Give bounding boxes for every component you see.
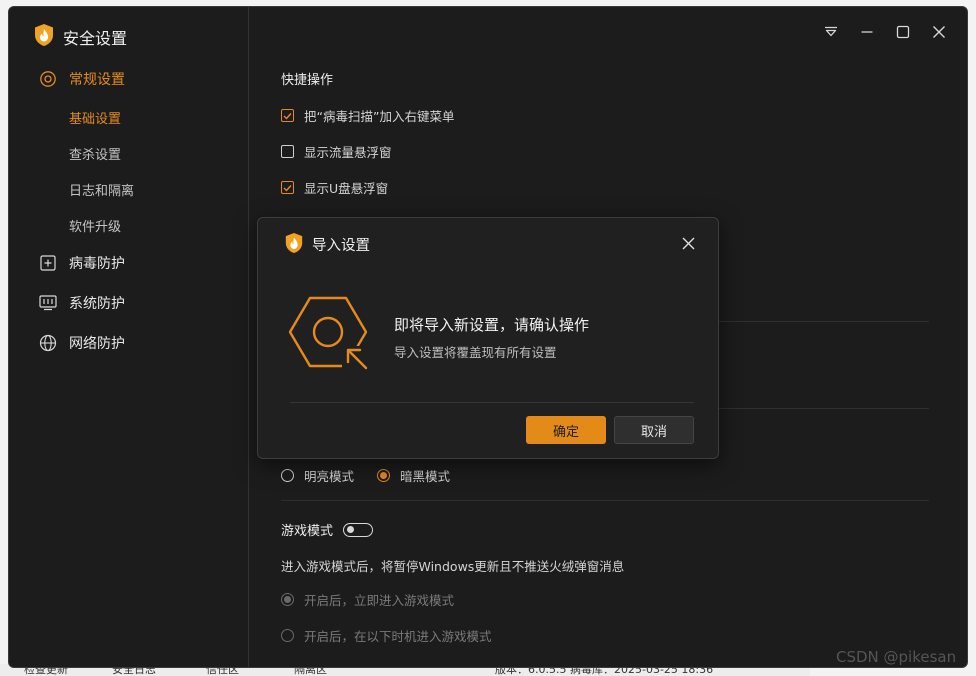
radio-unselected-disabled[interactable] xyxy=(281,629,294,642)
sidebar-subitem-log-quarantine[interactable]: 日志和隔离 xyxy=(69,180,134,199)
flame-shield-logo-icon xyxy=(284,232,304,257)
dropdown-menu-icon xyxy=(824,26,838,41)
import-settings-dialog: 导入设置 即将导入新设置，请确认操作 导入设置将覆盖现有所有设置 确定 取消 xyxy=(257,217,719,459)
option-label: 显示流量悬浮窗 xyxy=(304,145,392,160)
minimize-icon xyxy=(860,25,874,42)
minimize-button[interactable] xyxy=(855,21,879,45)
app-title: 安全设置 xyxy=(63,28,128,48)
sidebar-item-label: 系统防护 xyxy=(69,296,125,312)
globe-icon xyxy=(39,334,57,352)
game-mode-description: 进入游戏模式后，将暂停Windows更新且不推送火绒弹窗消息 xyxy=(281,559,625,574)
option-label: 明亮模式 xyxy=(304,469,355,484)
option-light-mode[interactable]: 明亮模式 xyxy=(281,466,354,485)
radio-selected-disabled[interactable] xyxy=(281,593,294,606)
divider xyxy=(281,500,929,501)
sidebar-item-virus-protection[interactable]: 病毒防护 xyxy=(39,253,125,273)
checkbox-checked[interactable] xyxy=(281,181,294,194)
sidebar-item-system-protection[interactable]: 系统防护 xyxy=(39,293,125,313)
dialog-close-button[interactable] xyxy=(678,233,698,253)
option-label: 显示U盘悬浮窗 xyxy=(304,181,389,196)
monitor-icon xyxy=(39,294,57,312)
cancel-button[interactable]: 取消 xyxy=(614,416,694,444)
radio-selected[interactable] xyxy=(377,469,390,482)
option-dark-mode[interactable]: 暗黑模式 xyxy=(377,466,450,485)
option-label: 把“病毒扫描”加入右键菜单 xyxy=(304,109,455,124)
maximize-icon xyxy=(896,25,910,42)
checkbox-unchecked[interactable] xyxy=(281,145,294,158)
dialog-title: 导入设置 xyxy=(312,238,370,254)
plus-square-icon xyxy=(39,254,57,272)
section-title-game-mode: 游戏模式 xyxy=(281,524,334,539)
flame-shield-logo-icon xyxy=(33,23,55,50)
option-game-mode-immediate[interactable]: 开启后，立即进入游戏模式 xyxy=(281,590,454,609)
menu-dropdown-button[interactable] xyxy=(819,21,843,45)
dialog-message: 导入设置将覆盖现有所有设置 xyxy=(394,345,557,360)
sidebar-item-label: 网络防护 xyxy=(69,336,125,352)
sidebar: 安全设置 常规设置 基础设置 查杀设置 日志和隔离 软件升级 病毒防护 系统防护 xyxy=(9,7,249,667)
close-window-button[interactable] xyxy=(927,21,951,45)
confirm-button[interactable]: 确定 xyxy=(526,416,606,444)
maximize-button[interactable] xyxy=(891,21,915,45)
checkbox-checked[interactable] xyxy=(281,109,294,122)
section-title-quick-ops: 快捷操作 xyxy=(281,73,334,88)
close-icon xyxy=(932,25,946,42)
sidebar-subitem-upgrade[interactable]: 软件升级 xyxy=(69,216,121,235)
sidebar-item-general[interactable]: 常规设置 xyxy=(39,69,125,89)
import-settings-icon xyxy=(288,294,372,377)
game-mode-toggle[interactable] xyxy=(343,522,374,537)
sidebar-subitem-basic[interactable]: 基础设置 xyxy=(69,108,121,127)
option-label: 暗黑模式 xyxy=(400,469,451,484)
option-traffic-float[interactable]: 显示流量悬浮窗 xyxy=(281,142,392,161)
game-mode-row: 游戏模式 xyxy=(281,520,374,539)
sidebar-item-label: 常规设置 xyxy=(69,72,125,88)
dialog-heading: 即将导入新设置，请确认操作 xyxy=(394,316,590,334)
radio-unselected[interactable] xyxy=(281,469,294,482)
close-icon xyxy=(682,237,694,249)
option-game-mode-timed[interactable]: 开启后，在以下时机进入游戏模式 xyxy=(281,626,492,645)
divider xyxy=(290,402,694,403)
option-usb-float[interactable]: 显示U盘悬浮窗 xyxy=(281,178,388,197)
watermark: CSDN @pikesan xyxy=(836,648,957,666)
brand: 安全设置 xyxy=(33,23,127,50)
gear-icon xyxy=(39,70,57,88)
sidebar-item-network-protection[interactable]: 网络防护 xyxy=(39,333,125,353)
option-context-menu-scan[interactable]: 把“病毒扫描”加入右键菜单 xyxy=(281,106,454,125)
option-label: 开启后，立即进入游戏模式 xyxy=(304,593,455,608)
option-label: 开启后，在以下时机进入游戏模式 xyxy=(304,629,492,644)
sidebar-subitem-scan[interactable]: 查杀设置 xyxy=(69,144,121,163)
sidebar-item-label: 病毒防护 xyxy=(69,256,125,272)
